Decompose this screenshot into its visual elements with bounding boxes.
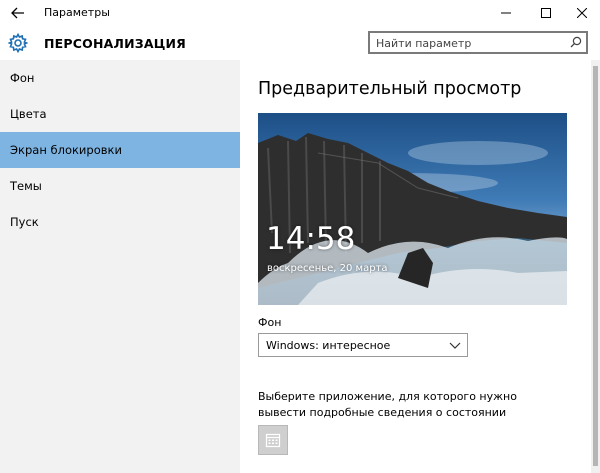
background-label: Фон bbox=[258, 316, 282, 329]
sidebar-item-label: Фон bbox=[10, 71, 35, 85]
search-input[interactable] bbox=[376, 35, 556, 51]
lock-screen-preview: 14:58 воскресенье, 20 марта bbox=[258, 113, 567, 305]
minimize-button[interactable] bbox=[488, 0, 524, 26]
app-status-button[interactable] bbox=[258, 425, 288, 455]
arrow-left-icon bbox=[11, 7, 24, 19]
sidebar-item-start[interactable]: Пуск bbox=[0, 204, 240, 240]
sidebar-item-label: Темы bbox=[10, 179, 42, 193]
app-status-description: Выберите приложение, для которого нужно … bbox=[258, 390, 517, 419]
app-title: Параметры bbox=[44, 6, 110, 19]
page-header: ПЕРСОНАЛИЗАЦИЯ bbox=[0, 26, 600, 60]
background-dropdown[interactable]: Windows: интересное bbox=[258, 333, 468, 357]
sidebar-item-label: Цвета bbox=[10, 107, 47, 121]
scrollbar-thumb[interactable] bbox=[593, 66, 598, 466]
sidebar-item-background[interactable]: Фон bbox=[0, 60, 240, 96]
close-button[interactable] bbox=[564, 0, 600, 26]
title-bar: Параметры bbox=[0, 0, 600, 26]
background-dropdown-value: Windows: интересное bbox=[266, 339, 391, 352]
maximize-icon bbox=[541, 8, 551, 18]
lock-screen-time: 14:58 bbox=[266, 221, 356, 257]
minimize-icon bbox=[501, 12, 511, 14]
lock-screen-date: воскресенье, 20 марта bbox=[267, 263, 388, 274]
gear-icon bbox=[8, 33, 28, 53]
close-icon bbox=[577, 8, 587, 18]
sidebar-item-lock-screen[interactable]: Экран блокировки bbox=[0, 132, 240, 168]
calendar-icon bbox=[265, 433, 281, 448]
sidebar-item-label: Экран блокировки bbox=[10, 143, 122, 157]
search-box[interactable] bbox=[368, 31, 588, 54]
maximize-button[interactable] bbox=[528, 0, 564, 26]
preview-heading: Предварительный просмотр bbox=[258, 79, 522, 99]
sidebar-item-colors[interactable]: Цвета bbox=[0, 96, 240, 132]
back-button[interactable] bbox=[8, 3, 28, 23]
sidebar-item-label: Пуск bbox=[10, 215, 39, 229]
chevron-down-icon bbox=[449, 342, 461, 349]
section-title: ПЕРСОНАЛИЗАЦИЯ bbox=[44, 36, 186, 51]
lock-screen-background-image bbox=[258, 113, 567, 305]
sidebar-item-themes[interactable]: Темы bbox=[0, 168, 240, 204]
search-icon[interactable] bbox=[570, 36, 582, 48]
sidebar: Фон Цвета Экран блокировки Темы Пуск bbox=[0, 60, 240, 473]
main-content: Предварительный просмотр 14:58 воскресен… bbox=[240, 60, 600, 473]
